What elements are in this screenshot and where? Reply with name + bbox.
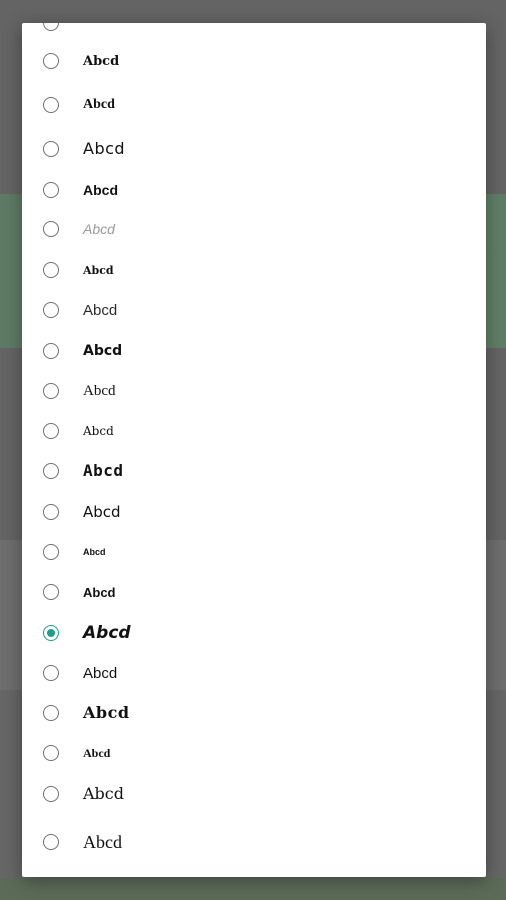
font-option[interactable]: Abcd: [22, 693, 486, 733]
radio-button[interactable]: [43, 302, 59, 318]
font-sample-label: Abcd: [83, 182, 118, 198]
font-picker-dialog: Abcd Abcd Abcd Abcd Abcd Abcd Abcd Abcd Abcd Abcd…: [22, 23, 486, 877]
font-option[interactable]: Abcd: [22, 613, 486, 653]
radio-button[interactable]: [43, 182, 59, 198]
radio-button[interactable]: [43, 97, 59, 113]
font-sample-label: Abcd: [83, 546, 106, 557]
font-option[interactable]: Abcd: [22, 290, 486, 330]
radio-button[interactable]: [43, 383, 59, 399]
radio-button[interactable]: [43, 584, 59, 600]
radio-button[interactable]: [43, 141, 59, 157]
font-option[interactable]: Abcd: [22, 492, 486, 532]
font-sample-label: Abcd: [83, 502, 121, 521]
font-option[interactable]: Abcd: [22, 572, 486, 612]
font-option[interactable]: Abcd: [22, 129, 486, 169]
font-option[interactable]: Abcd: [22, 250, 486, 290]
radio-button[interactable]: [43, 705, 59, 721]
radio-button[interactable]: [43, 665, 59, 681]
radio-button[interactable]: [43, 544, 59, 560]
radio-button[interactable]: [43, 53, 59, 69]
radio-button[interactable]: [43, 834, 59, 850]
radio-button[interactable]: [43, 343, 59, 359]
font-option-list[interactable]: Abcd Abcd Abcd Abcd Abcd Abcd Abcd Abcd Abcd Abcd…: [22, 23, 486, 877]
font-sample-label: Abcd: [83, 832, 122, 852]
font-sample-label: Abcd: [83, 139, 126, 158]
font-option[interactable]: Abcd: [22, 822, 486, 862]
font-sample-label: Abcd: [83, 97, 115, 112]
radio-button[interactable]: [43, 463, 59, 479]
radio-button[interactable]: [43, 786, 59, 802]
font-sample-label: Abcd: [83, 424, 114, 438]
radio-button[interactable]: [43, 262, 59, 278]
font-sample-label: Abcd: [83, 343, 123, 359]
font-option[interactable]: Abcd: [22, 411, 486, 451]
background-toolbar-strip: [0, 878, 506, 900]
font-option[interactable]: Abcd: [22, 85, 486, 125]
font-sample-label: Abcd: [83, 221, 115, 237]
font-option[interactable]: Abcd: [22, 170, 486, 210]
font-option[interactable]: Abcd: [22, 371, 486, 411]
font-sample-label: Abcd: [83, 664, 118, 682]
font-sample-label: Abcd: [83, 461, 124, 480]
radio-button[interactable]: [43, 504, 59, 520]
font-sample-label: Abcd: [83, 382, 116, 399]
font-option[interactable]: Abcd: [22, 532, 486, 572]
radio-button[interactable]: [43, 423, 59, 439]
font-option[interactable]: Abcd: [22, 41, 486, 81]
font-sample-label: Abcd: [83, 263, 114, 277]
radio-button[interactable]: [43, 745, 59, 761]
font-sample-label: Abcd: [83, 703, 130, 722]
radio-button[interactable]: [43, 221, 59, 237]
font-sample-label: Abcd: [83, 584, 116, 600]
font-option[interactable]: Abcd: [22, 331, 486, 371]
font-option[interactable]: Abcd: [22, 774, 486, 814]
font-sample-label: Abcd: [83, 622, 131, 643]
font-sample-label: Abcd: [83, 746, 111, 760]
font-sample-label: Abcd: [83, 784, 124, 803]
font-option[interactable]: Abcd: [22, 209, 486, 249]
font-option[interactable]: Abcd: [22, 733, 486, 773]
font-option[interactable]: Abcd: [22, 451, 486, 491]
radio-button-checked[interactable]: [43, 625, 59, 641]
font-option[interactable]: Abcd: [22, 653, 486, 693]
font-sample-label: Abcd: [83, 53, 120, 69]
font-sample-label: Abcd: [83, 301, 118, 319]
